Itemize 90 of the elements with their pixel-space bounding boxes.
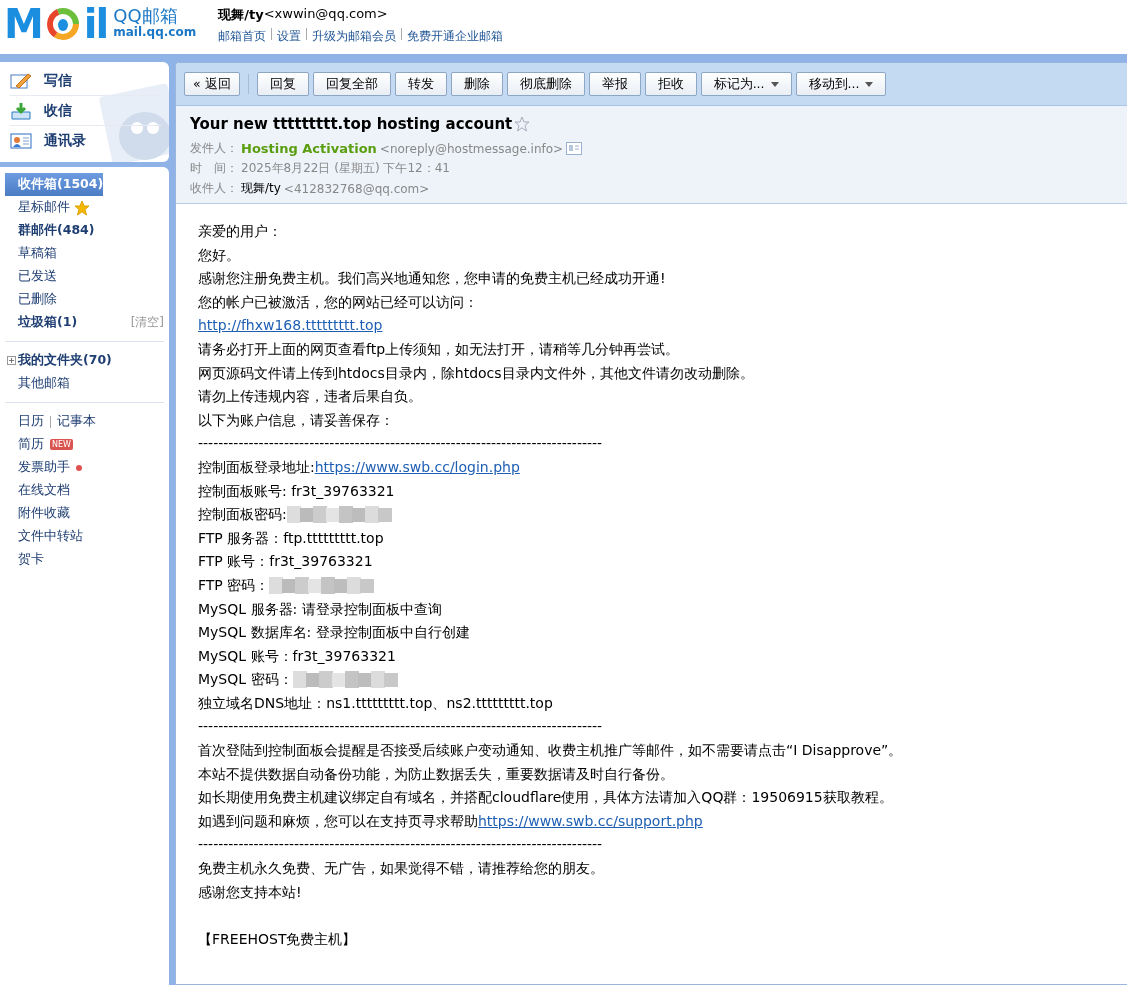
body-text: 您好。	[198, 245, 240, 265]
toolbar-button[interactable]: 移动到...	[795, 72, 887, 96]
body-text: --------------------------------------------------------------------------------	[198, 434, 603, 454]
tool-link[interactable]: 贺卡	[18, 551, 44, 568]
sender-email: <noreply@hostmessage.info>	[379, 141, 564, 156]
star-icon[interactable]	[514, 116, 531, 132]
pencil-icon	[10, 71, 32, 90]
body-text: MySQL 密码：	[198, 670, 293, 690]
body-text: 您的帐户已被激活，您的网站已经可以访问：	[198, 292, 478, 312]
field-label: 收件人：	[190, 180, 238, 197]
body-text: 控制面板登录地址:	[198, 457, 315, 477]
folder-item[interactable]: 垃圾箱(1)	[5, 311, 78, 334]
body-text: FTP 密码：	[198, 575, 270, 595]
folder-item[interactable]: 已发送	[5, 265, 57, 288]
folder-item[interactable]: 群邮件(484)	[5, 219, 95, 242]
folder-item[interactable]: 草稿箱	[5, 242, 57, 265]
contact-card-icon[interactable]	[566, 142, 583, 155]
logo-domain: mail.qq.com	[113, 25, 197, 41]
tool-link[interactable]: 简历	[18, 436, 44, 453]
sidebar-action[interactable]: 通讯录	[10, 126, 161, 156]
tool-link[interactable]: 文件中转站	[18, 528, 83, 545]
toolbar-button[interactable]: 标记为...	[700, 72, 792, 96]
link[interactable]: https://www.swb.cc/support.php	[478, 809, 703, 834]
folder-item[interactable]: 已删除	[5, 288, 57, 311]
body-text: 独立域名DNS地址：ns1.ttttttttt.top、ns2.ttttttttt.top	[198, 693, 553, 713]
body-text: 如长期使用免费主机建议绑定自有域名，并搭配cloudflare使用，具体方法请加入QQ群：19506915获取教程。	[198, 788, 893, 808]
body-text: 请务必打开上面的网页查看ftp上传须知，如无法打开，请稍等几分钟再尝试。	[198, 339, 680, 359]
body-text: 感谢您注册免费主机。我们高兴地通知您，您申请的免费主机已经成功开通!	[198, 269, 666, 289]
body-text: 控制面板账号: fr3t_39763321	[198, 481, 395, 501]
folder-item[interactable]: 星标邮件	[5, 196, 90, 219]
toolbar-button[interactable]: 转发	[394, 72, 447, 96]
recipient-email: <412832768@qq.com>	[283, 181, 430, 196]
body-text: 免费主机永久免费、无广告，如果觉得不错，请推荐给您的朋友。	[198, 859, 604, 879]
body-text: FTP 服务器：ftp.ttttttttt.top	[198, 528, 384, 548]
expand-icon[interactable]	[7, 356, 16, 365]
body-text: --------------------------------------------------------------------------------	[198, 835, 603, 855]
toolbar-button[interactable]: 回复	[256, 72, 309, 96]
field-label: 时 间：	[190, 160, 238, 177]
logo-letter: il	[83, 4, 108, 44]
body-text: FTP 账号：fr3t_39763321	[198, 552, 373, 572]
sidebar-action[interactable]: 写信	[10, 66, 161, 96]
star-icon[interactable]	[74, 199, 90, 216]
logo-letter: M	[4, 4, 42, 44]
body-text: 本站不提供数据自动备份功能，为防止数据丢失，重要数据请及时自行备份。	[198, 764, 674, 784]
logo-ring-icon	[45, 7, 80, 41]
user-name: 现舞/ty	[218, 6, 264, 24]
tool-link[interactable]: 在线文档	[18, 482, 70, 499]
header-link[interactable]: 邮箱首页	[218, 28, 267, 45]
body-text: MySQL 账号：fr3t_39763321	[198, 646, 396, 666]
header-link[interactable]: 升级为邮箱会员	[312, 28, 397, 45]
message-subject: Your new ttttttttt.top hosting account	[190, 115, 513, 133]
body-text: MySQL 数据库名: 登录控制面板中自行创建	[198, 623, 470, 643]
body-text: 请勿上传违规内容，违者后果自负。	[198, 387, 422, 407]
link[interactable]: https://www.swb.cc/login.php	[314, 455, 520, 480]
recipient-name: 现舞/ty	[241, 180, 281, 197]
body-text: 感谢您支持本站!	[198, 882, 302, 902]
body-text: 【FREEHOST免费主机】	[198, 929, 357, 949]
folder-item[interactable]: 我的文件夹(70)	[5, 349, 164, 372]
body-text: 首次登陆到控制面板会提醒是否接受后续账户变动通知、收费主机推广等邮件，如不需要请点击“I Disapprove”。	[198, 741, 903, 761]
sent-time: 2025年8月22日 (星期五) 下午12：41	[241, 160, 450, 177]
logo-name: QQ邮箱	[113, 7, 179, 24]
contact-card-icon	[10, 132, 32, 150]
body-text: --------------------------------------------------------------------------------	[198, 717, 603, 737]
inbox-icon	[10, 101, 32, 120]
toolbar-button[interactable]: 彻底删除	[506, 72, 585, 96]
body-text: 控制面板密码:	[198, 505, 287, 525]
body-text: MySQL 服务器: 请登录控制面板中查询	[198, 599, 442, 619]
user-email: <xwwin@qq.com>	[263, 6, 388, 21]
body-text: 亲爱的用户：	[198, 222, 282, 241]
caret-icon	[865, 81, 874, 87]
tool-link[interactable]: 日历	[18, 413, 44, 430]
tool-link[interactable]: 附件收藏	[18, 505, 70, 522]
sidebar-action[interactable]: 收信	[10, 96, 161, 126]
header-link[interactable]: 设置	[277, 28, 302, 45]
toolbar-button[interactable]: 回复全部	[312, 72, 391, 96]
toolbar-button[interactable]: 举报	[588, 72, 641, 96]
field-label: 发件人：	[190, 140, 238, 157]
toolbar-button[interactable]: « 返回	[184, 72, 240, 96]
body-text: 以下为账户信息，请妥善保存：	[198, 410, 394, 430]
folder-item[interactable]: 其他邮箱	[5, 372, 164, 395]
caret-icon	[770, 81, 779, 87]
tool-link[interactable]: 发票助手	[18, 459, 70, 476]
toolbar-button[interactable]: 拒收	[644, 72, 697, 96]
link[interactable]: http://fhxw168.ttttttttt.top	[198, 314, 383, 338]
body-text: 如遇到问题和麻烦，您可以在支持页寻求帮助	[198, 811, 478, 831]
body-text: 网页源码文件请上传到htdocs目录内，除htdocs目录内文件外，其他文件请勿改动删除。	[198, 363, 754, 383]
header-link[interactable]: 免费开通企业邮箱	[407, 28, 504, 45]
tool-link[interactable]: 记事本	[57, 413, 96, 430]
new-badge: NEW	[50, 439, 73, 450]
toolbar-button[interactable]: 删除	[450, 72, 503, 96]
